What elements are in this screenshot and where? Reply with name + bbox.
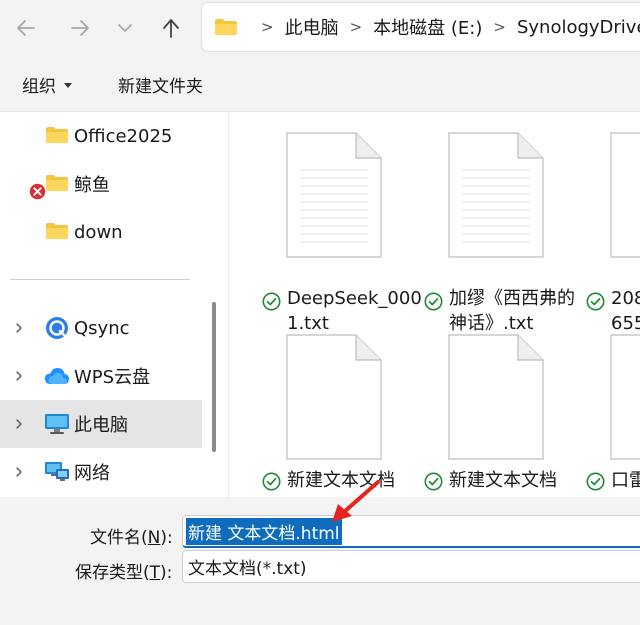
sidebar-item-label: down [74,221,123,243]
chevron-right-icon[interactable] [14,467,24,477]
file-list: DeepSeek_0001.txt 加缪《西西弗的神话》.txt 208655 [228,112,640,497]
sidebar-item-qsync[interactable]: Qsync [0,304,202,352]
file-name: 208655 [611,288,640,334]
address-bar[interactable]: > 此电脑 > 本地磁盘 (E:) > SynologyDrive [201,2,640,52]
filetype-label: 保存类型(T): [75,563,173,583]
sidebar-item-label: WPS云盘 [74,367,151,388]
back-button[interactable] [8,10,44,46]
caret-down-icon [64,82,72,88]
chevron-right-icon[interactable] [14,419,24,429]
sidebar-item-wps-cloud[interactable]: WPS云盘 [0,352,202,400]
chevron-right-icon[interactable] [14,371,24,381]
annotation-arrow-icon [332,480,380,522]
computer-icon [45,414,69,434]
text-document-icon [286,132,382,258]
folder-icon [46,223,68,239]
new-folder-button[interactable]: 新建文件夹 [118,56,203,112]
breadcrumb-separator: > [493,18,506,36]
filetype-value: 文本文档(*.txt) [188,559,307,579]
command-toolbar: 组织 新建文件夹 [0,56,640,112]
sidebar-item-label: 此电脑 [74,415,128,436]
qsync-icon [46,317,68,339]
sidebar-item-label: 网络 [74,463,110,484]
sidebar-scrollbar[interactable] [212,302,216,452]
breadcrumb-separator: > [261,18,274,36]
sync-check-icon [424,292,443,311]
arrow-right-icon [71,20,89,36]
sync-check-icon [424,472,443,491]
sidebar-item-label: 鲸鱼 [74,175,110,196]
sync-check-icon [586,292,605,311]
breadcrumb-separator: > [349,18,363,36]
filename-value: 新建 文本文档.html [186,517,342,545]
navigation-pane: Office2025 鲸鱼 down Qsync WPS云盘 此电脑 网络 [0,112,228,497]
sync-check-icon [262,472,281,491]
sidebar-item-label: Qsync [74,317,130,339]
arrow-up-icon [163,19,179,38]
arrow-left-icon [17,20,35,36]
organize-label: 组织 [22,76,56,97]
folder-icon [46,175,68,191]
sidebar-divider [10,279,190,280]
breadcrumb-synologydrive[interactable]: SynologyDrive [517,17,640,38]
sidebar-item-network[interactable]: 网络 [0,448,202,496]
sync-check-icon [586,472,605,491]
sidebar-item-down[interactable]: down [0,208,202,256]
new-folder-label: 新建文件夹 [118,76,203,97]
folder-icon [215,19,237,35]
save-options-panel: 文件名(N): 新建 文本文档.html 保存类型(T): 文本文档(*.txt… [0,497,640,625]
breadcrumb-this-pc[interactable]: 此电脑 [285,14,339,40]
breadcrumb-drive-e[interactable]: 本地磁盘 (E:) [373,14,482,40]
organize-button[interactable]: 组织 [22,56,72,112]
filename-input[interactable]: 新建 文本文档.html [182,515,640,548]
sync-check-icon [262,292,281,311]
navigation-bar: > 此电脑 > 本地磁盘 (E:) > SynologyDrive [0,0,640,56]
filetype-select[interactable]: 文本文档(*.txt) [182,550,640,583]
sidebar-item-jingyu[interactable]: 鲸鱼 [0,160,202,208]
filename-label: 文件名(N): [90,528,173,548]
up-button[interactable] [153,10,189,46]
text-document-icon [286,334,382,460]
network-icon [45,462,69,481]
chevron-down-icon [118,24,132,32]
recent-locations-button[interactable] [107,10,143,46]
text-document-icon [610,334,640,460]
file-name: 口雷 [611,470,640,491]
sidebar-item-label: Office2025 [74,125,173,147]
sidebar-item-this-pc[interactable]: 此电脑 [0,400,202,448]
file-name: 加缪《西西弗的神话》.txt [449,288,575,334]
cloud-icon [45,368,69,384]
file-name: 新建文本文档 [449,470,557,491]
chevron-right-icon[interactable] [14,323,24,333]
sync-error-icon [28,182,47,201]
text-document-icon [448,334,544,460]
text-document-icon [610,132,640,258]
forward-button[interactable] [62,10,98,46]
file-name: DeepSeek_0001.txt [287,288,422,334]
text-document-icon [448,132,544,258]
sidebar-item-office2025[interactable]: Office2025 [0,112,202,160]
folder-icon [46,127,68,143]
